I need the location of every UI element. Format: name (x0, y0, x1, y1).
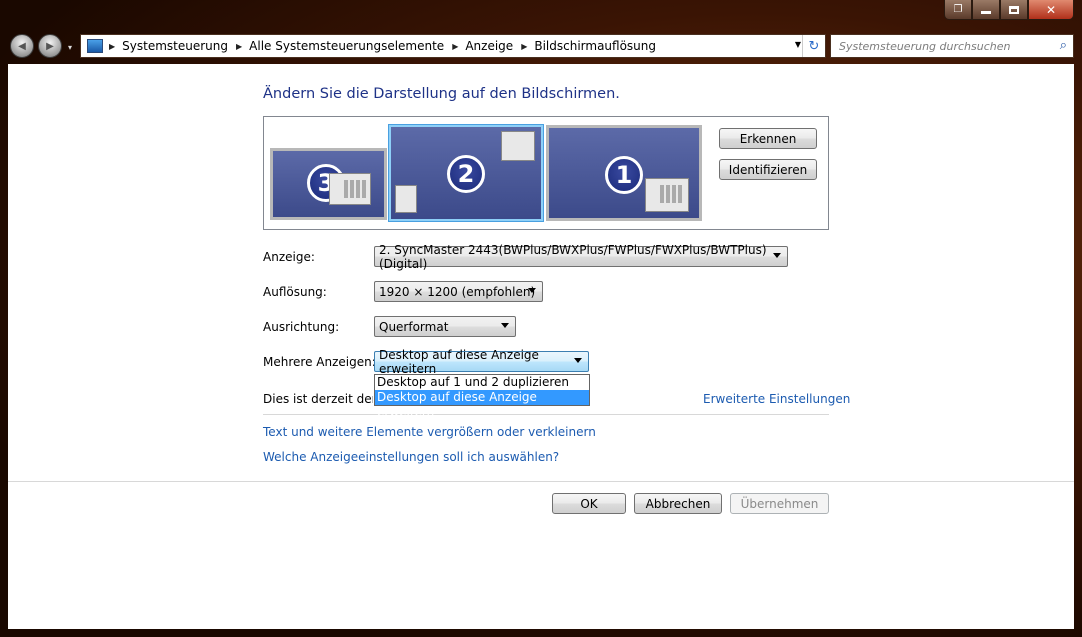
chevron-down-icon (574, 358, 582, 363)
window-icon: ❐ (953, 4, 963, 15)
resolution-select[interactable]: 1920 × 1200 (empfohlen) (374, 281, 543, 302)
ok-button[interactable]: OK (552, 493, 626, 514)
navigation-bar: ◀ ▶ ▾ ▶ Systemsteuerung ▶ Alle Systemste… (8, 31, 1074, 61)
main-display-text: Dies ist derzeit der Ha (263, 392, 373, 406)
window-thumbnail-icon (329, 173, 371, 205)
multiple-displays-dropdown: Desktop auf 1 und 2 duplizieren Desktop … (374, 374, 590, 419)
breadcrumb-anzeige[interactable]: Anzeige (465, 39, 513, 53)
window-thumbnail-icon (395, 185, 417, 213)
dropdown-option-extend[interactable]: Desktop auf diese Anzeige erweitern (375, 390, 589, 419)
orientation-select[interactable]: Querformat (374, 316, 516, 337)
display-select-value: 2. SyncMaster 2443(BWPlus/BWXPlus/FWPlus… (379, 242, 767, 271)
monitor-2[interactable]: 2 (388, 124, 544, 222)
window-frame: ❐ ✕ ◀ ▶ ▾ ▶ Systemsteuerung ▶ Alle Syste… (0, 0, 1082, 637)
page-title: Ändern Sie die Darstellung auf den Bilds… (263, 86, 620, 102)
maximize-button[interactable] (1000, 0, 1028, 20)
breadcrumb-systemsteuerung[interactable]: Systemsteuerung (122, 39, 228, 53)
dropdown-option-duplicate[interactable]: Desktop auf 1 und 2 duplizieren (375, 375, 589, 390)
monitor-1[interactable]: 1 (546, 125, 702, 221)
display-label: Anzeige: (263, 250, 315, 264)
restore-prev-button[interactable]: ❐ (944, 0, 972, 20)
multiple-displays-select[interactable]: Desktop auf diese Anzeige erweitern (374, 348, 589, 376)
back-arrow-icon: ◀ (18, 40, 26, 52)
monitor-number-badge: 2 (447, 155, 485, 193)
grid-icon (344, 180, 366, 198)
breadcrumb-alle-elemente[interactable]: Alle Systemsteuerungselemente (249, 39, 444, 53)
multiple-displays-select-value: Desktop auf diese Anzeige erweitern (379, 347, 539, 376)
identify-button[interactable]: Identifizieren (719, 159, 817, 180)
main-panel: Ändern Sie die Darstellung auf den Bilds… (8, 64, 1074, 629)
search-input[interactable] (837, 38, 1051, 54)
caption-buttons: ❐ ✕ (944, 0, 1074, 20)
control-panel-icon (87, 39, 103, 53)
resolution-select-value: 1920 × 1200 (empfohlen) (379, 284, 536, 299)
window-thumbnail-icon (645, 178, 689, 212)
monitor-number-badge: 1 (605, 156, 643, 194)
grid-icon (660, 185, 682, 203)
chevron-down-icon (501, 323, 509, 328)
refresh-icon[interactable]: ↻ (802, 35, 825, 57)
display-select[interactable]: 2. SyncMaster 2443(BWPlus/BWXPlus/FWPlus… (374, 243, 788, 271)
orientation-select-value: Querformat (379, 319, 449, 334)
resolution-label: Auflösung: (263, 285, 327, 299)
cancel-button[interactable]: Abbrechen (634, 493, 722, 514)
chevron-down-icon (528, 288, 536, 293)
advanced-settings-link[interactable]: Erweiterte Einstellungen (703, 392, 850, 406)
close-button[interactable]: ✕ (1028, 0, 1074, 20)
recent-pages-icon[interactable]: ▾ (68, 43, 72, 52)
maximize-icon (1009, 5, 1019, 14)
orientation-label: Ausrichtung: (263, 320, 340, 334)
address-dropdown-icon[interactable]: ▼ (795, 40, 801, 49)
forward-arrow-icon: ▶ (46, 40, 54, 52)
multiple-displays-label: Mehrere Anzeigen: (263, 355, 376, 369)
apply-button[interactable]: Übernehmen (730, 493, 829, 514)
chevron-right-icon[interactable]: ▶ (236, 42, 242, 51)
back-button[interactable]: ◀ (10, 34, 34, 58)
detect-button[interactable]: Erkennen (719, 128, 817, 149)
which-settings-link[interactable]: Welche Anzeigeeinstellungen soll ich aus… (263, 450, 559, 464)
address-bar[interactable]: ▶ Systemsteuerung ▶ Alle Systemsteuerung… (80, 34, 826, 58)
chevron-right-icon[interactable]: ▶ (452, 42, 458, 51)
monitor-3[interactable]: 3 (270, 148, 387, 220)
divider (263, 414, 829, 415)
search-icon[interactable]: ⌕ (1060, 38, 1067, 53)
search-box[interactable]: ⌕ (830, 34, 1074, 58)
chevron-right-icon[interactable]: ▶ (109, 42, 115, 51)
chevron-right-icon[interactable]: ▶ (521, 42, 527, 51)
footer-divider (8, 481, 1074, 482)
chevron-down-icon (773, 253, 781, 258)
forward-button[interactable]: ▶ (38, 34, 62, 58)
close-icon: ✕ (1045, 2, 1057, 17)
minimize-icon (981, 11, 991, 14)
window-thumbnail-icon (501, 131, 535, 161)
breadcrumb-bildschirmaufloesung[interactable]: Bildschirmauflösung (534, 39, 656, 53)
minimize-button[interactable] (972, 0, 1000, 20)
text-size-link[interactable]: Text und weitere Elemente vergrößern ode… (263, 425, 596, 439)
